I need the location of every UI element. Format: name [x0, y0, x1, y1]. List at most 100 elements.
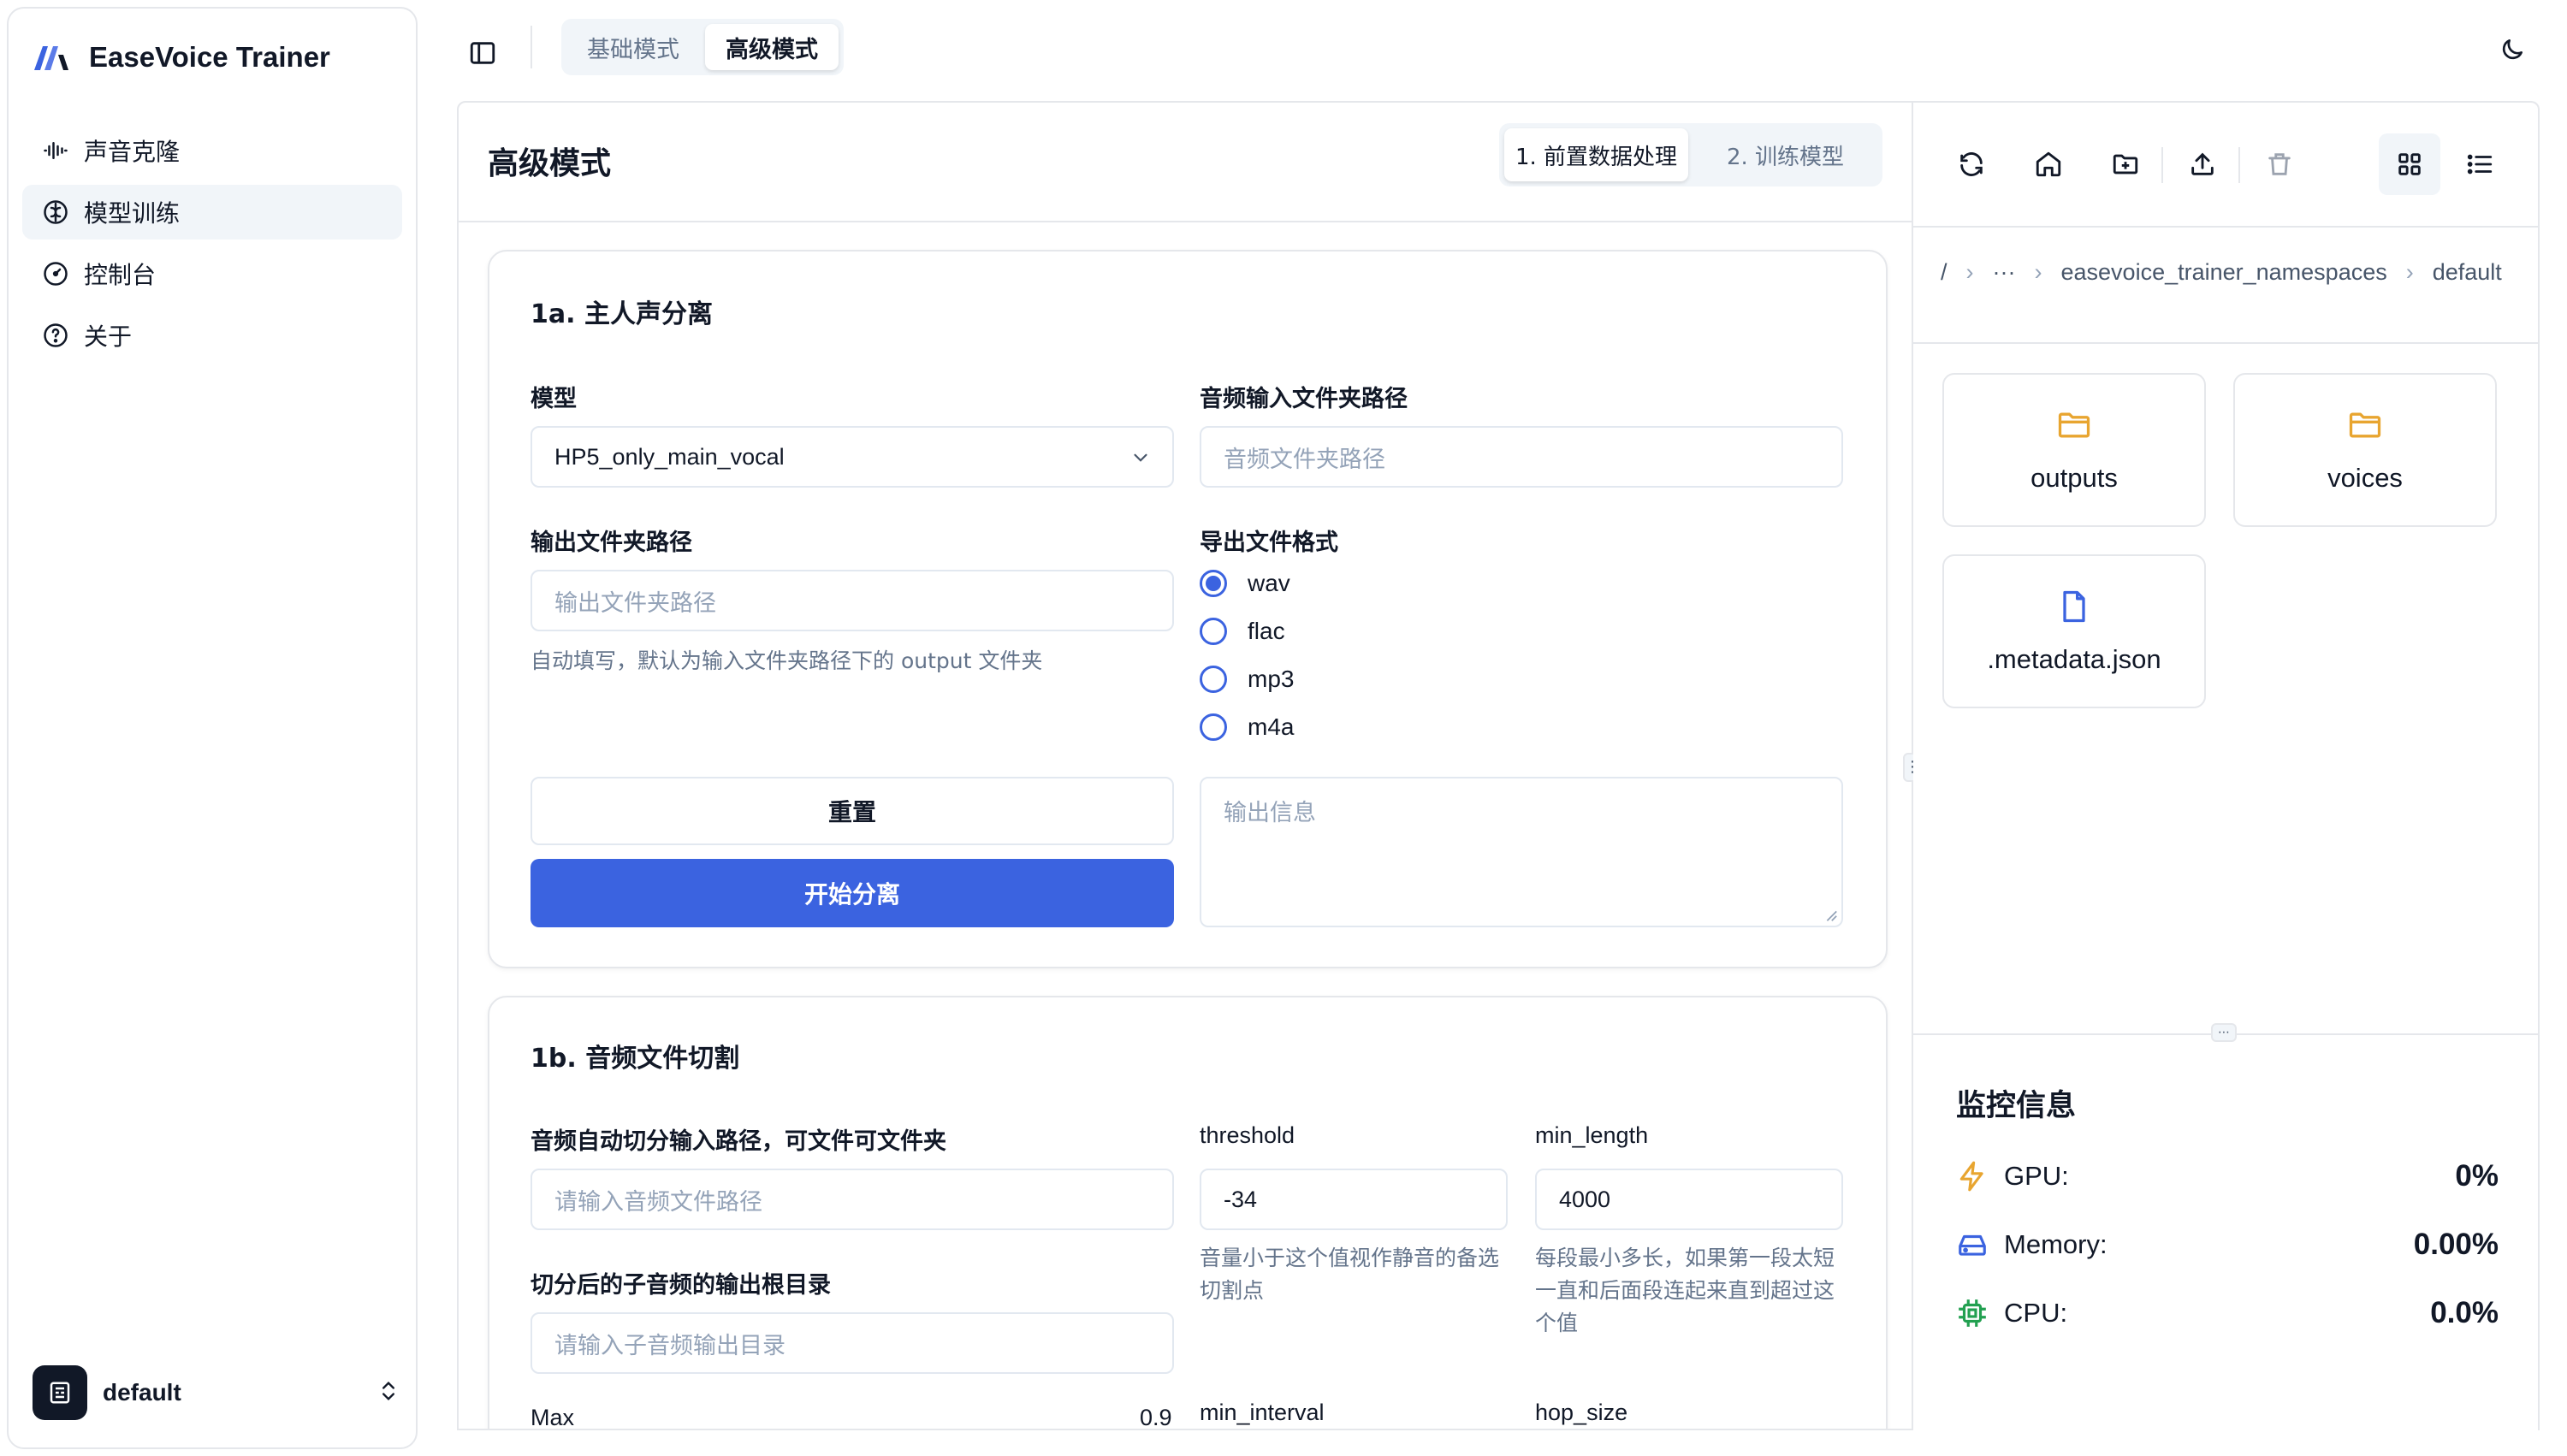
namespace-label: default — [103, 1379, 181, 1406]
radio-button[interactable] — [1200, 666, 1227, 693]
hint-line: 切割点 — [1200, 1278, 1265, 1303]
min-length-input[interactable]: 4000 — [1535, 1169, 1843, 1230]
delete-button[interactable] — [2256, 140, 2303, 188]
min-length-label: min_length — [1535, 1122, 1649, 1148]
radio-button[interactable] — [1200, 618, 1227, 645]
vocal-separation-card: 1a. 主人声分离 模型 HP5_only_main_vocal 音频输入文件夹… — [488, 250, 1888, 968]
hint-line: 每段最小多长，如果第一段太短 — [1535, 1246, 1835, 1270]
folder-item-voices[interactable]: voices — [2233, 373, 2497, 527]
gauge-icon — [44, 262, 68, 286]
sidebar-item-about[interactable]: 关于 — [22, 308, 402, 363]
format-option-label: m4a — [1248, 713, 1295, 740]
threshold-label: threshold — [1200, 1122, 1295, 1148]
monitor-label: CPU: — [2004, 1298, 2068, 1328]
tab-preprocess[interactable]: 1. 前置数据处理 — [1504, 128, 1688, 181]
moon-icon — [2502, 39, 2523, 60]
monitor-row-gpu: GPU: 0% — [1956, 1155, 2499, 1198]
cpu-icon — [1959, 1299, 1986, 1327]
start-separation-button[interactable]: 开始分离 — [531, 859, 1174, 927]
output-folder-field[interactable]: 输出文件夹路径 — [531, 570, 1174, 631]
namespace-icon — [50, 1382, 70, 1404]
file-name: .metadata.json — [1987, 644, 2161, 674]
tab-train-model[interactable]: 2. 训练模型 — [1693, 128, 1877, 181]
model-select-value: HP5_only_main_vocal — [554, 443, 785, 470]
audio-input-field[interactable]: 音频文件夹路径 — [1200, 426, 1843, 488]
chevron-right-icon: › — [2405, 259, 2414, 285]
divider — [1913, 342, 2538, 344]
trash-icon — [2268, 153, 2291, 175]
tab-advanced-mode[interactable]: 高级模式 — [705, 24, 839, 70]
toggle-sidebar-button[interactable] — [459, 29, 507, 77]
format-option-flac[interactable]: flac — [1200, 618, 1285, 645]
panel-left-icon — [470, 42, 495, 64]
format-option-mp3[interactable]: mp3 — [1200, 666, 1294, 693]
home-button[interactable] — [2025, 140, 2072, 188]
monitor-label: GPU: — [2004, 1161, 2069, 1191]
radio-button[interactable] — [1200, 570, 1227, 597]
hard-drive-icon — [1959, 1234, 1986, 1256]
monitor-value: 0.00% — [2413, 1228, 2499, 1261]
slice-input-field[interactable]: 请输入音频文件路径 — [531, 1169, 1174, 1230]
brand[interactable]: EaseVoice Trainer — [33, 41, 330, 74]
chevrons-up-down-icon — [376, 1379, 400, 1406]
divider — [2238, 147, 2240, 183]
breadcrumb-item-namespaces[interactable]: easevoice_trainer_namespaces — [2061, 246, 2387, 298]
format-option-wav[interactable]: wav — [1200, 570, 1290, 597]
sidebar-item-voice-clone[interactable]: 声音克隆 — [22, 123, 402, 178]
help-circle-icon — [44, 323, 68, 347]
output-info-textarea[interactable]: 输出信息 — [1200, 777, 1843, 927]
hint-line: 一直和后面段连起来直到超过这 — [1535, 1278, 1835, 1303]
tab-basic-mode[interactable]: 基础模式 — [566, 24, 700, 70]
max-value: 0.9 — [1140, 1405, 1172, 1430]
monitor-row-cpu: CPU: 0.0% — [1956, 1292, 2499, 1335]
audio-waveform-icon — [44, 142, 68, 159]
model-select[interactable]: HP5_only_main_vocal — [531, 426, 1174, 488]
card-title: 1b. 音频文件切割 — [531, 1044, 740, 1074]
brain-icon — [44, 200, 68, 224]
folder-plus-icon — [2113, 154, 2138, 175]
theme-toggle-button[interactable] — [2488, 26, 2536, 74]
list-view-button[interactable] — [2456, 140, 2504, 188]
monitor-title: 监控信息 — [1956, 1089, 2077, 1123]
threshold-input[interactable]: -34 — [1200, 1169, 1508, 1230]
breadcrumb-item-root[interactable]: / — [1941, 246, 1947, 298]
sidebar-item-label: 关于 — [84, 323, 133, 351]
sidebar-item-model-training[interactable]: 模型训练 — [22, 185, 402, 240]
format-option-label: wav — [1248, 570, 1290, 596]
hint-line: 音量小于这个值视作静音的备选 — [1200, 1246, 1500, 1270]
list-view-icon — [2467, 154, 2493, 175]
monitor-value: 0% — [2455, 1159, 2499, 1193]
zap-icon — [1959, 1161, 1983, 1192]
breadcrumb-item-current[interactable]: default — [2433, 246, 2502, 298]
monitor-label: Memory: — [2004, 1229, 2108, 1259]
refresh-icon — [1960, 152, 1983, 176]
monitor-resize-handle[interactable]: ⋯ — [2211, 1023, 2237, 1042]
reset-button[interactable]: 重置 — [531, 777, 1174, 845]
audio-slicing-card: 1b. 音频文件切割 音频自动切分输入路径，可文件可文件夹 请输入音频文件路径 … — [488, 996, 1888, 1430]
output-info-placeholder: 输出信息 — [1224, 800, 1316, 826]
folder-icon — [2058, 412, 2090, 438]
file-name: outputs — [2030, 463, 2118, 493]
model-label: 模型 — [531, 386, 577, 412]
file-name: voices — [2327, 463, 2403, 493]
upload-button[interactable] — [2179, 140, 2226, 188]
sidebar-item-console[interactable]: 控制台 — [22, 246, 402, 301]
radio-button[interactable] — [1200, 713, 1227, 741]
step-tabs: 1. 前置数据处理 2. 训练模型 — [1499, 123, 1882, 186]
format-option-m4a[interactable]: m4a — [1200, 713, 1294, 741]
breadcrumb: / › ··· › easevoice_trainer_namespaces › defau… — [1941, 246, 2523, 298]
grid-view-button[interactable] — [2379, 133, 2440, 195]
slice-output-field[interactable]: 请输入子音频输出目录 — [531, 1312, 1174, 1374]
folder-item-outputs[interactable]: outputs — [1942, 373, 2206, 527]
card-title: 1a. 主人声分离 — [531, 299, 713, 329]
mode-tabs: 基础模式 高级模式 — [561, 19, 844, 75]
refresh-button[interactable] — [1947, 140, 1995, 188]
sidebar-item-label: 模型训练 — [84, 199, 181, 228]
file-item-metadata[interactable]: .metadata.json — [1942, 554, 2206, 708]
folder-icon — [2349, 412, 2381, 438]
namespace-switcher[interactable]: default — [33, 1364, 400, 1422]
breadcrumb-ellipsis[interactable]: ··· — [1993, 246, 2016, 298]
slice-input-label: 音频自动切分输入路径，可文件可文件夹 — [531, 1128, 946, 1155]
sidebar-item-label: 声音克隆 — [84, 138, 181, 166]
new-folder-button[interactable] — [2102, 140, 2149, 188]
